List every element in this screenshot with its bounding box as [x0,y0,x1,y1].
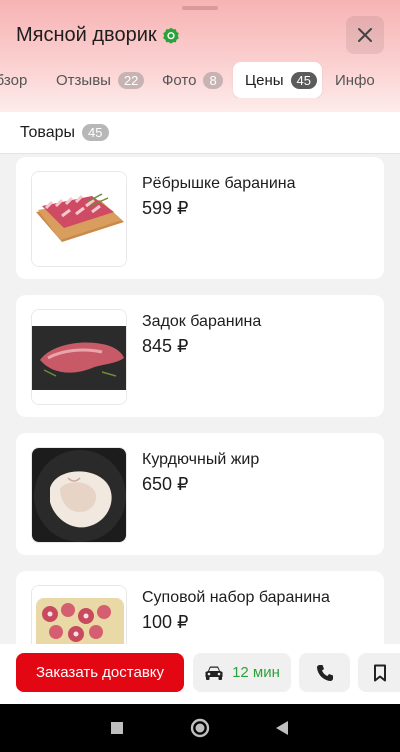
product-image-fat [31,447,127,543]
tab-info[interactable]: Инфо [335,62,375,98]
sheet-grabber[interactable] [182,6,218,10]
tab-reviews-label: Отзывы [56,71,111,89]
product-name: Рёбрышке баранина [142,175,296,192]
square-icon [111,722,123,734]
product-card[interactable]: Задок баранина 845 ₽ [16,295,384,417]
products-list[interactable]: Рёбрышке баранина 599 ₽ Задок баранина 8… [0,155,400,644]
order-delivery-button[interactable]: Заказать доставку [16,653,184,692]
verified-badge-icon [162,27,179,44]
system-nav-bar [0,704,400,752]
back-button[interactable] [270,716,294,740]
tab-prices-label: Цены [245,71,284,89]
delivery-time-button[interactable]: 12 мин [193,653,291,692]
product-price: 599 ₽ [142,198,189,218]
place-header: Мясной дворик Обзор Отзывы 22 Фото 8 Цен… [0,0,400,112]
product-price: 650 ₽ [142,474,189,494]
bookmark-icon [373,664,386,681]
product-price: 845 ₽ [142,336,189,356]
tab-reviews[interactable]: Отзывы 22 [56,62,145,98]
tab-reviews-count: 22 [117,71,145,89]
product-image-soup-set [31,585,127,644]
phone-icon [316,664,333,681]
order-delivery-label: Заказать доставку [35,664,165,681]
call-button[interactable] [299,653,350,692]
place-title-text: Мясной дворик [16,24,157,46]
product-name: Суповой набор баранина [142,589,330,606]
product-card[interactable]: Курдючный жир 650 ₽ [16,433,384,555]
close-button[interactable] [346,16,384,54]
delivery-time-text: 12 мин [232,664,280,681]
tab-prices-count: 45 [290,71,317,89]
product-image-ribs [31,171,127,267]
tab-photos-label: Фото [162,71,197,89]
tab-info-label: Инфо [335,71,375,89]
product-card[interactable]: Рёбрышке баранина 599 ₽ [16,157,384,279]
products-section-header: Товары 45 [0,112,400,154]
tab-bar: Обзор Отзывы 22 Фото 8 Цены 45 Инфо [0,62,400,98]
product-image-leg [31,309,127,405]
product-price: 100 ₽ [142,612,189,632]
tab-photos[interactable]: Фото 8 [162,62,223,98]
products-count-badge: 45 [82,124,109,141]
tab-photos-count: 8 [203,71,223,89]
recent-apps-button[interactable] [105,716,129,740]
tab-overview-label: Обзор [0,71,28,89]
place-title: Мясной дворик [16,24,180,47]
close-icon [358,28,372,42]
tab-overview[interactable]: Обзор [0,62,27,98]
product-name: Курдючный жир [142,451,260,468]
home-button[interactable] [188,716,212,740]
car-icon [205,666,223,680]
tab-prices[interactable]: Цены 45 [233,62,322,98]
home-circle-icon [190,718,210,738]
products-section-title: Товары [20,123,76,141]
action-bar: Заказать доставку 12 мин [0,644,400,704]
product-card[interactable]: Суповой набор баранина 100 ₽ [16,571,384,644]
bookmark-button[interactable] [358,653,400,692]
product-name: Задок баранина [142,313,262,330]
back-triangle-icon [276,721,288,735]
